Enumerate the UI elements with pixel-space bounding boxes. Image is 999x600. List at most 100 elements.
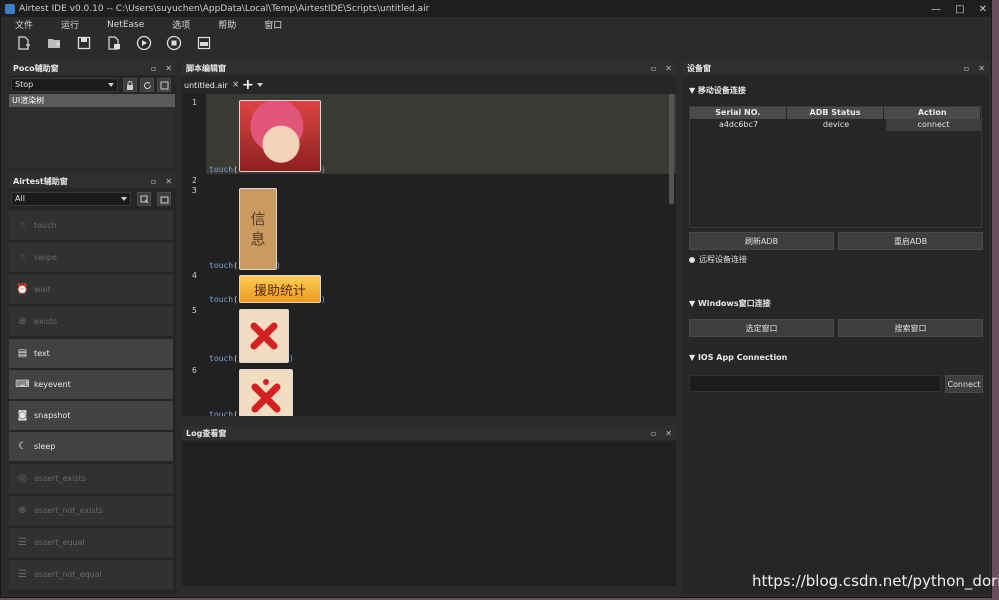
ios-connect-button[interactable]: Connect xyxy=(945,375,983,393)
assist-stats-text: 援助统计 xyxy=(253,283,306,299)
thumbnail-info-tab[interactable]: 信 息 xyxy=(239,188,277,270)
action-swipe-button[interactable]: ☝ swipe xyxy=(9,243,173,272)
poco-mode-select[interactable]: Stop xyxy=(11,78,118,92)
log-output-area[interactable] xyxy=(182,442,676,586)
open-folder-icon[interactable] xyxy=(45,34,63,52)
code-paren: ( xyxy=(233,165,238,174)
lock-icon[interactable] xyxy=(123,78,137,92)
code-paren: ( xyxy=(233,410,238,416)
action-assert-not-equal-button[interactable]: ☰ assert_not_equal xyxy=(9,560,173,589)
ios-section-header[interactable]: ▼ IOS App Connection xyxy=(689,353,787,362)
code-fn: touch xyxy=(209,410,234,416)
close-icon[interactable]: ✕ xyxy=(978,64,985,73)
title-bar: Airtest IDE v0.0.10 -- C:\Users\suyuchen… xyxy=(1,1,991,17)
code-fn: touch xyxy=(209,261,234,270)
airtest-filter-value: All xyxy=(15,194,25,203)
text-box-icon: ▤ xyxy=(17,348,28,359)
float-icon[interactable]: ▫ xyxy=(651,64,656,73)
restart-adb-button[interactable]: 重启ADB xyxy=(838,232,983,250)
action-wait-button[interactable]: ⏰ wait xyxy=(9,275,173,304)
close-button[interactable]: ✕ xyxy=(979,4,987,15)
device-table: Serial NO. ADB Status Action a4dc6bc7 de… xyxy=(689,106,982,228)
thumbnail-assist-stats-button[interactable]: 援助统计 xyxy=(239,275,321,303)
code-touch-call: touch( xyxy=(209,354,238,363)
device-status: device xyxy=(822,120,850,129)
code-touch-call: touch( xyxy=(209,410,238,416)
float-icon[interactable]: ▫ xyxy=(964,64,969,73)
save-as-icon[interactable] xyxy=(105,34,123,52)
line-number: 6 xyxy=(192,366,197,375)
action-exists-button[interactable]: ⊕ exists xyxy=(9,307,173,336)
action-assert-exists-button[interactable]: ◎ assert_exists xyxy=(9,464,173,493)
menu-options[interactable]: 选项 xyxy=(172,18,190,31)
add-tab-button[interactable]: + xyxy=(242,77,267,93)
settings-icon[interactable] xyxy=(157,192,171,206)
editor-scrollbar[interactable] xyxy=(669,94,674,204)
action-snapshot-button[interactable]: ◙ snapshot xyxy=(9,401,173,430)
column-action: Action xyxy=(884,107,982,119)
airtest-panel-header: Airtest辅助窗 ▫ ✕ xyxy=(9,174,176,188)
ios-url-input[interactable] xyxy=(689,375,941,392)
close-icon[interactable]: ✕ xyxy=(165,64,172,73)
log-icon[interactable] xyxy=(195,34,213,52)
thumbnail-close-x-button[interactable] xyxy=(239,309,289,363)
ui-tree: UI渲染树 xyxy=(9,94,175,167)
hand-pointer-icon: ☝ xyxy=(19,220,26,231)
menu-run[interactable]: 运行 xyxy=(61,18,79,31)
save-icon[interactable] xyxy=(75,34,93,52)
close-icon[interactable]: ✕ xyxy=(665,429,672,438)
close-icon[interactable]: ✕ xyxy=(165,177,172,186)
action-label: swipe xyxy=(34,253,57,262)
code-editor[interactable]: 1 2 3 4 5 6 touch( ) touch( 信 息 ) touch(… xyxy=(182,94,676,416)
refresh-icon[interactable] xyxy=(140,78,154,92)
minimize-button[interactable]: — xyxy=(931,4,941,15)
log-panel-header: Log查看窗 ▫ ✕ xyxy=(182,426,676,440)
menu-netease[interactable]: NetEase xyxy=(107,20,144,30)
action-assert-equal-button[interactable]: ☰ assert_equal xyxy=(9,528,173,557)
alarm-clock-icon: ⏰ xyxy=(16,284,29,295)
tree-node-ui-render-tree[interactable]: UI渲染树 xyxy=(9,94,175,107)
action-label: sleep xyxy=(34,442,56,451)
device-panel-header: 设备窗 ▫ ✕ xyxy=(683,61,989,75)
action-assert-not-exists-button[interactable]: ⊗ assert_not_exists xyxy=(9,496,173,525)
moon-icon: ☾ xyxy=(18,441,27,452)
device-panel-title: 设备窗 xyxy=(687,63,711,73)
action-sleep-button[interactable]: ☾ sleep xyxy=(9,432,173,461)
menu-bar: 文件 运行 NetEase 选项 帮助 窗口 xyxy=(1,17,991,32)
menu-help[interactable]: 帮助 xyxy=(218,18,236,31)
action-label: snapshot xyxy=(34,411,71,420)
tab-label: untitled.air xyxy=(184,80,228,90)
plus-icon: + xyxy=(242,77,254,93)
run-icon[interactable] xyxy=(135,34,153,52)
inspect-icon[interactable] xyxy=(157,78,171,92)
screenshot-export-icon[interactable] xyxy=(137,192,151,206)
menu-file[interactable]: 文件 xyxy=(15,18,33,31)
select-window-button[interactable]: 选定窗口 xyxy=(689,319,834,337)
close-icon[interactable]: ✕ xyxy=(665,64,672,73)
windows-section-header[interactable]: ▼ Windows窗口连接 xyxy=(689,298,771,309)
float-icon[interactable]: ▫ xyxy=(151,177,156,186)
maximize-button[interactable]: □ xyxy=(955,4,964,15)
new-file-icon[interactable] xyxy=(15,34,33,52)
refresh-adb-button[interactable]: 刷新ADB xyxy=(689,232,834,250)
device-connect-button[interactable]: connect xyxy=(886,119,981,131)
tab-close-icon[interactable]: × xyxy=(232,80,240,90)
action-text-button[interactable]: ▤ text xyxy=(9,339,173,368)
action-keyevent-button[interactable]: ⌨ keyevent xyxy=(9,370,173,399)
search-window-button[interactable]: 搜索窗口 xyxy=(838,319,983,337)
thumbnail-close-x-button-2[interactable] xyxy=(239,369,293,416)
float-icon[interactable]: ▫ xyxy=(651,429,656,438)
tab-untitled[interactable]: untitled.air × xyxy=(182,77,242,93)
menu-window[interactable]: 窗口 xyxy=(264,18,282,31)
thumbnail-character-portrait[interactable] xyxy=(239,100,321,172)
magnifier-check-icon: ⊕ xyxy=(18,316,27,327)
mobile-section-header[interactable]: ▼ 移动设备连接 xyxy=(689,85,746,96)
airtest-filter-select[interactable]: All xyxy=(11,192,131,206)
float-icon[interactable]: ▫ xyxy=(151,64,156,73)
stop-icon[interactable] xyxy=(165,34,183,52)
code-paren: ) xyxy=(321,295,326,304)
remote-connect-toggle[interactable]: 远程设备连接 xyxy=(689,254,747,265)
equal-stack-icon: ☰ xyxy=(18,537,27,548)
action-touch-button[interactable]: ☝ touch xyxy=(9,211,173,240)
action-label: wait xyxy=(34,285,51,294)
